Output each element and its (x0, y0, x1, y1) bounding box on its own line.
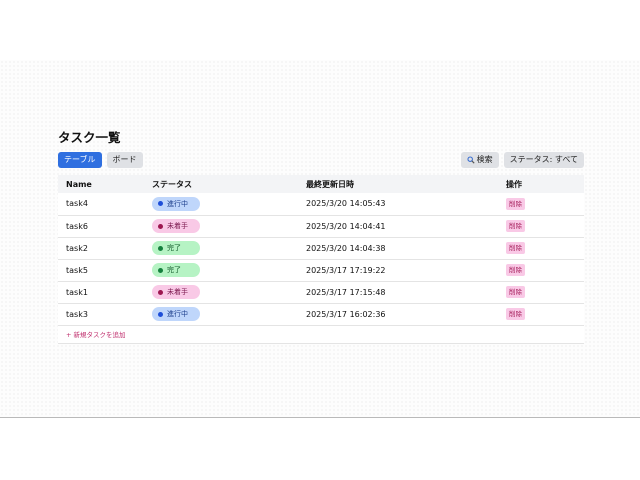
status-dot-icon (158, 289, 163, 295)
search-button-label: 検索 (476, 155, 493, 164)
updated-at: 2025/3/17 16:02:36 (298, 303, 498, 326)
task-list-page: タスク一覧 テーブル ボード 検索 ステータス: すべて Name ステータス … (58, 129, 584, 344)
tab-board[interactable]: ボード (106, 152, 143, 168)
table-row[interactable]: task6 未着手 2025/3/20 14:04:41 削除 (58, 215, 584, 238)
updated-at: 2025/3/17 17:15:48 (298, 281, 498, 304)
search-button[interactable]: 検索 (460, 152, 499, 168)
status-dot-icon (158, 201, 163, 207)
delete-button[interactable]: 削除 (506, 197, 525, 210)
delete-button[interactable]: 削除 (506, 264, 525, 276)
task-name: task2 (58, 237, 144, 260)
actions-cell: 削除 (498, 281, 584, 304)
column-header-name[interactable]: Name (58, 175, 144, 193)
table-row[interactable]: task3 進行中 2025/3/17 16:02:36 削除 (58, 303, 584, 326)
updated-at: 2025/3/20 14:05:43 (298, 193, 498, 216)
table-row[interactable]: task2 完了 2025/3/20 14:04:38 削除 (58, 237, 584, 260)
status-badge[interactable]: 進行中 (152, 196, 200, 211)
add-task-link[interactable]: + 新規タスクを追加 (58, 325, 584, 344)
toolbar: テーブル ボード 検索 ステータス: すべて (58, 152, 584, 168)
status-label: 完了 (167, 266, 181, 274)
task-name: task4 (58, 193, 144, 216)
status-cell: 進行中 (144, 303, 298, 326)
table-row[interactable]: task4 進行中 2025/3/20 14:05:43 削除 (58, 193, 584, 216)
task-name: task3 (58, 303, 144, 326)
status-badge[interactable]: 未着手 (152, 219, 200, 233)
status-label: 進行中 (167, 310, 188, 318)
status-cell: 進行中 (144, 193, 298, 216)
status-label: 進行中 (167, 199, 188, 208)
status-label: 未着手 (167, 222, 188, 230)
status-badge[interactable]: 進行中 (152, 307, 200, 321)
add-task-row: + 新規タスクを追加 (58, 325, 584, 344)
table-header-row: Name ステータス 最終更新日時 操作 (58, 175, 584, 193)
status-label: 未着手 (167, 288, 188, 296)
column-header-status[interactable]: ステータス (144, 175, 298, 193)
status-badge[interactable]: 未着手 (152, 285, 200, 299)
status-dot-icon (158, 267, 163, 273)
actions-cell: 削除 (498, 303, 584, 326)
status-cell: 完了 (144, 259, 298, 282)
toolbar-tools: 検索 ステータス: すべて (460, 152, 584, 168)
view-tabs: テーブル ボード (58, 152, 143, 168)
app-canvas: タスク一覧 テーブル ボード 検索 ステータス: すべて Name ステータス … (0, 60, 640, 418)
updated-at: 2025/3/20 14:04:41 (298, 215, 498, 238)
column-header-updated[interactable]: 最終更新日時 (298, 175, 498, 193)
actions-cell: 削除 (498, 259, 584, 282)
status-dot-icon (158, 223, 163, 229)
column-header-actions: 操作 (498, 175, 584, 193)
status-cell: 完了 (144, 237, 298, 260)
table-row[interactable]: task5 完了 2025/3/17 17:19:22 削除 (58, 259, 584, 282)
actions-cell: 削除 (498, 215, 584, 238)
status-cell: 未着手 (144, 281, 298, 304)
delete-button[interactable]: 削除 (506, 286, 525, 298)
task-name: task6 (58, 215, 144, 238)
task-name: task5 (58, 259, 144, 282)
updated-at: 2025/3/17 17:19:22 (298, 259, 498, 282)
status-badge[interactable]: 完了 (152, 263, 200, 277)
updated-at: 2025/3/20 14:04:38 (298, 237, 498, 260)
status-label: 完了 (167, 244, 181, 252)
actions-cell: 削除 (498, 193, 584, 216)
status-dot-icon (158, 311, 163, 317)
tab-table[interactable]: テーブル (58, 152, 102, 168)
table-row[interactable]: task1 未着手 2025/3/17 17:15:48 削除 (58, 281, 584, 304)
status-filter-button[interactable]: ステータス: すべて (503, 152, 584, 168)
status-badge[interactable]: 完了 (152, 241, 200, 255)
delete-button[interactable]: 削除 (506, 242, 525, 254)
task-table: Name ステータス 最終更新日時 操作 task4 進行中 2025/3/20… (58, 175, 584, 344)
actions-cell: 削除 (498, 237, 584, 260)
status-cell: 未着手 (144, 215, 298, 238)
status-dot-icon (158, 245, 163, 251)
search-icon (467, 156, 475, 164)
task-name: task1 (58, 281, 144, 304)
delete-button[interactable]: 削除 (506, 220, 525, 232)
page-title: タスク一覧 (58, 130, 121, 145)
delete-button[interactable]: 削除 (506, 308, 525, 320)
